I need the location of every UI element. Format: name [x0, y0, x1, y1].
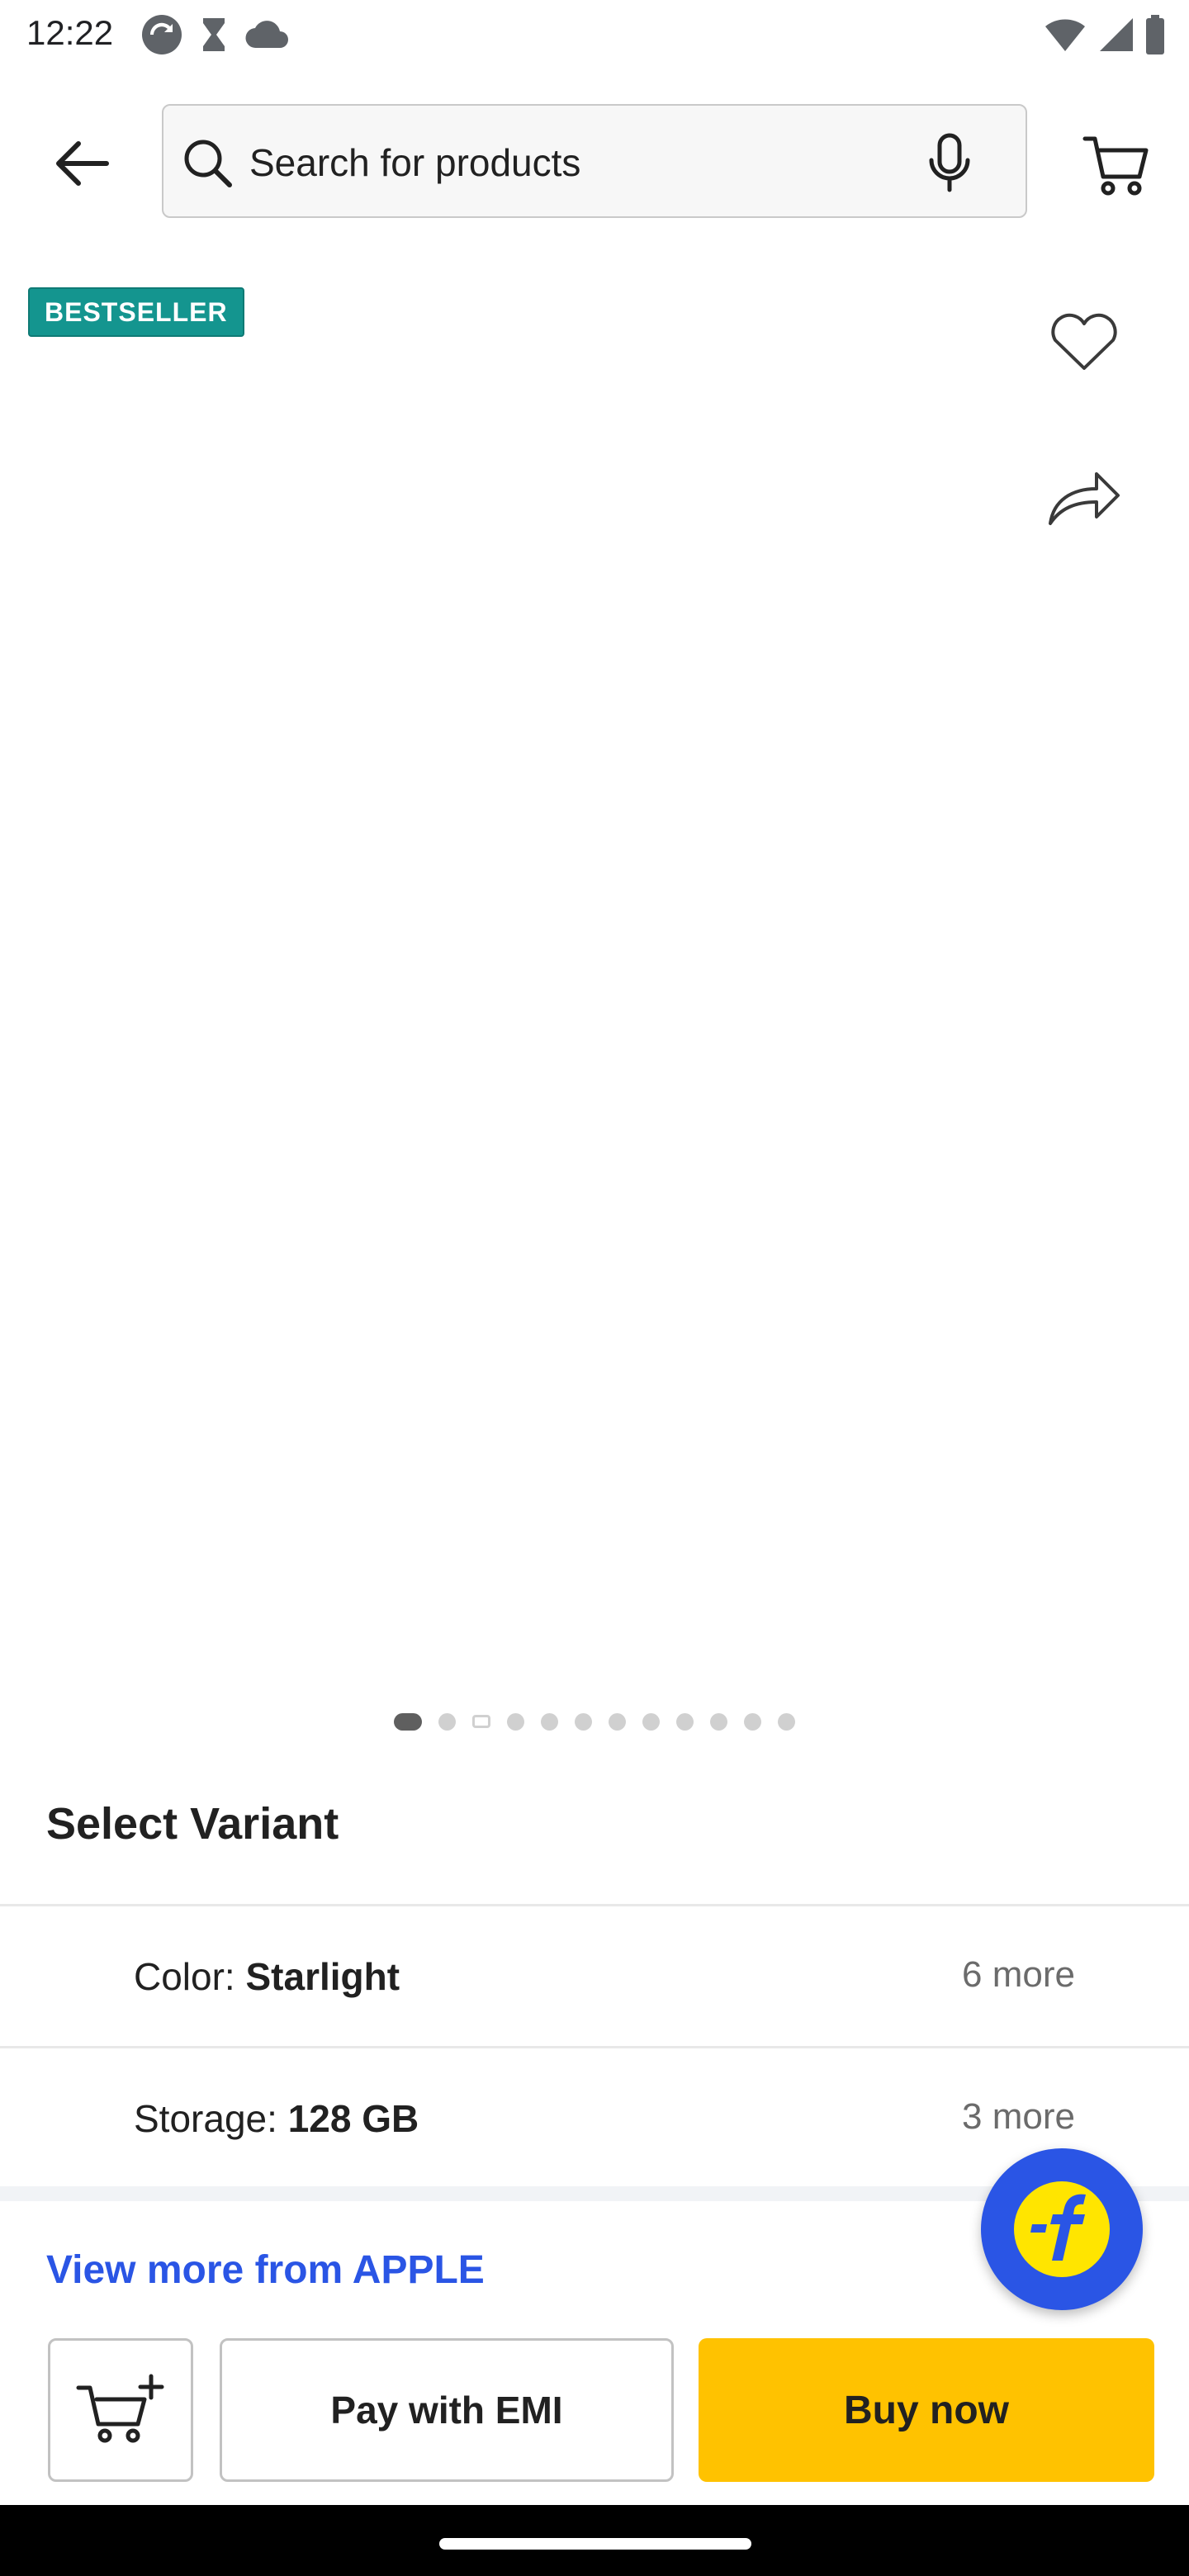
cloud-icon	[245, 21, 288, 49]
flipkart-logo-icon	[1014, 2181, 1110, 2277]
add-to-cart-button[interactable]	[48, 2338, 193, 2482]
variant-value: Starlight	[245, 1955, 400, 1998]
pager-dot[interactable]	[642, 1712, 660, 1731]
back-button[interactable]	[40, 134, 122, 193]
select-variant-title: Select Variant	[46, 1799, 339, 1849]
pager-dot[interactable]	[676, 1712, 694, 1731]
share-icon[interactable]	[1045, 464, 1121, 530]
add-cart-icon	[76, 2374, 164, 2443]
variant-color-label: Color: Starlight	[134, 1954, 400, 1999]
heart-icon[interactable]	[1047, 309, 1121, 375]
pager-dot[interactable]	[575, 1712, 592, 1731]
variant-key: Color:	[134, 1955, 246, 1998]
pager-dot[interactable]	[710, 1712, 727, 1731]
product-image-gallery[interactable]: BESTSELLER	[0, 272, 1189, 1734]
image-pager-dots[interactable]	[0, 1705, 1189, 1738]
pay-with-emi-button[interactable]: Pay with EMI	[220, 2338, 674, 2482]
variant-storage-label: Storage: 128 GB	[134, 2096, 419, 2141]
pager-dot[interactable]	[744, 1712, 761, 1731]
signal-icon	[1100, 18, 1133, 51]
status-left-icons	[140, 12, 291, 58]
sync-icon	[142, 15, 182, 54]
pager-dot[interactable]	[609, 1712, 626, 1731]
home-gesture-handle[interactable]	[439, 2538, 751, 2550]
search-placeholder: Search for products	[249, 141, 581, 184]
pager-dot[interactable]	[438, 1712, 456, 1731]
view-more-brand-link[interactable]: View more from APPLE	[46, 2247, 485, 2293]
pager-dot[interactable]	[541, 1712, 558, 1731]
header-bar: Search for products	[0, 99, 1189, 223]
variant-row-color[interactable]: Color: Starlight 6 more	[0, 1906, 1189, 2047]
bestseller-badge: BESTSELLER	[28, 287, 244, 337]
search-bar[interactable]: Search for products	[162, 104, 1027, 218]
variant-more-count[interactable]: 3 more	[962, 2096, 1075, 2138]
hourglass-icon	[203, 18, 225, 51]
variant-more-count[interactable]: 6 more	[962, 1954, 1075, 1996]
battery-icon	[1146, 15, 1164, 54]
pager-dot[interactable]	[472, 1715, 490, 1728]
wifi-icon	[1045, 19, 1085, 52]
pager-dot[interactable]	[507, 1712, 524, 1731]
status-bar: 12:22	[0, 0, 1189, 69]
search-icon	[184, 140, 232, 187]
assistant-fab[interactable]	[981, 2148, 1143, 2310]
status-right-icons	[1044, 12, 1166, 58]
buy-now-button[interactable]: Buy now	[699, 2338, 1154, 2482]
cart-icon[interactable]	[1082, 132, 1151, 198]
pager-dot[interactable]	[778, 1712, 795, 1731]
variant-value: 128 GB	[287, 2097, 419, 2140]
back-arrow-icon	[56, 141, 109, 186]
mic-icon[interactable]	[917, 129, 983, 195]
variant-key: Storage:	[134, 2097, 288, 2140]
status-time: 12:22	[26, 13, 114, 52]
pager-dot[interactable]	[394, 1712, 422, 1731]
